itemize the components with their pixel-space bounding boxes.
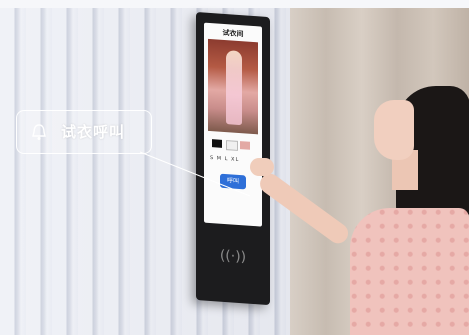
- bell-icon: [31, 123, 47, 141]
- woman-hand: [250, 158, 274, 176]
- photo-scene: 试衣间 S M L XL 呼叫 ((·)) 试衣呼叫: [0, 0, 469, 335]
- leader-line: [139, 151, 251, 197]
- callout-label: 试衣呼叫: [61, 123, 126, 141]
- fitting-call-callout: 试衣呼叫: [16, 110, 152, 154]
- woman-face: [374, 100, 414, 160]
